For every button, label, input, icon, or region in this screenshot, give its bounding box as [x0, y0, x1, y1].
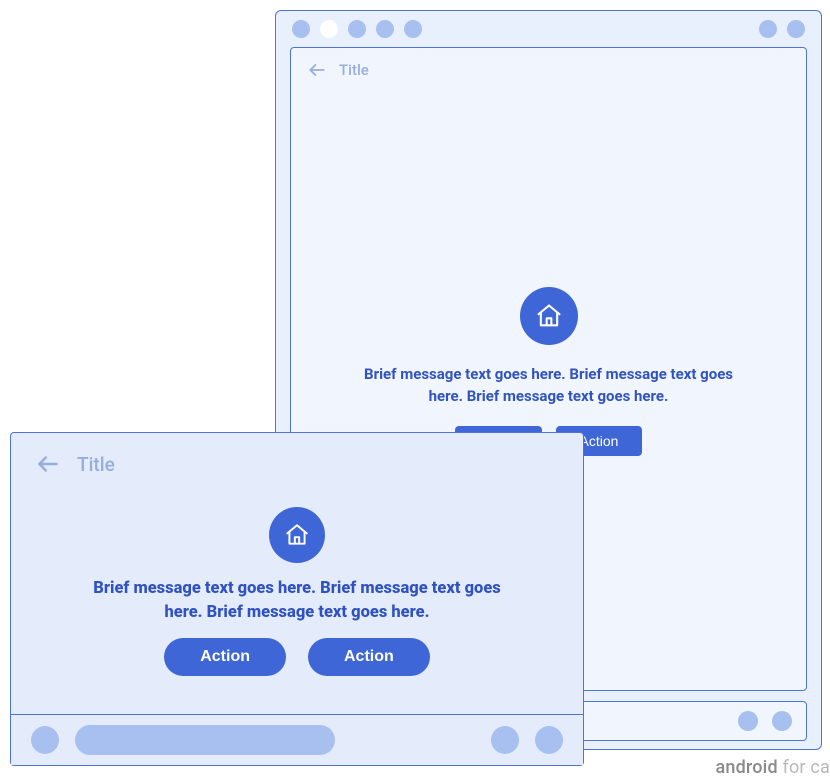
nav-dot[interactable]: [535, 726, 563, 754]
app-header: Title: [11, 433, 583, 485]
action-button-2[interactable]: Action: [308, 638, 430, 676]
empty-state-message: Brief message text goes here. Brief mess…: [351, 363, 746, 408]
watermark-brand: android: [715, 757, 777, 778]
empty-state-message: Brief message text goes here. Brief mess…: [77, 577, 517, 625]
device-landscape-wireframe: Title Brief message text goes here. Brie…: [10, 432, 584, 766]
home-icon: [269, 507, 325, 563]
watermark: android for ca: [715, 757, 830, 778]
status-dot-active: [320, 20, 338, 38]
empty-state: Brief message text goes here. Brief mess…: [11, 485, 583, 714]
watermark-suffix: for ca: [778, 757, 830, 778]
status-dot: [404, 20, 422, 38]
action-row: Action Action: [164, 638, 430, 676]
app-panel: Title Brief message text goes here. Brie…: [11, 433, 583, 715]
app-title: Title: [339, 61, 369, 79]
status-bar-left: [292, 20, 422, 38]
action-button-1[interactable]: Action: [164, 638, 286, 676]
status-dot: [759, 20, 777, 38]
nav-pill[interactable]: [75, 725, 335, 755]
nav-dot[interactable]: [491, 726, 519, 754]
nav-dot[interactable]: [738, 711, 758, 731]
back-arrow-icon[interactable]: [35, 451, 61, 477]
back-arrow-icon[interactable]: [307, 60, 327, 80]
status-dot: [376, 20, 394, 38]
nav-dot[interactable]: [31, 726, 59, 754]
nav-bar: [11, 715, 583, 765]
app-title: Title: [77, 453, 115, 476]
status-bar: [276, 11, 821, 47]
status-dot: [787, 20, 805, 38]
status-dot: [348, 20, 366, 38]
nav-dot[interactable]: [772, 711, 792, 731]
app-header: Title: [291, 48, 806, 92]
home-icon: [520, 287, 578, 345]
status-bar-right: [759, 20, 805, 38]
status-dot: [292, 20, 310, 38]
